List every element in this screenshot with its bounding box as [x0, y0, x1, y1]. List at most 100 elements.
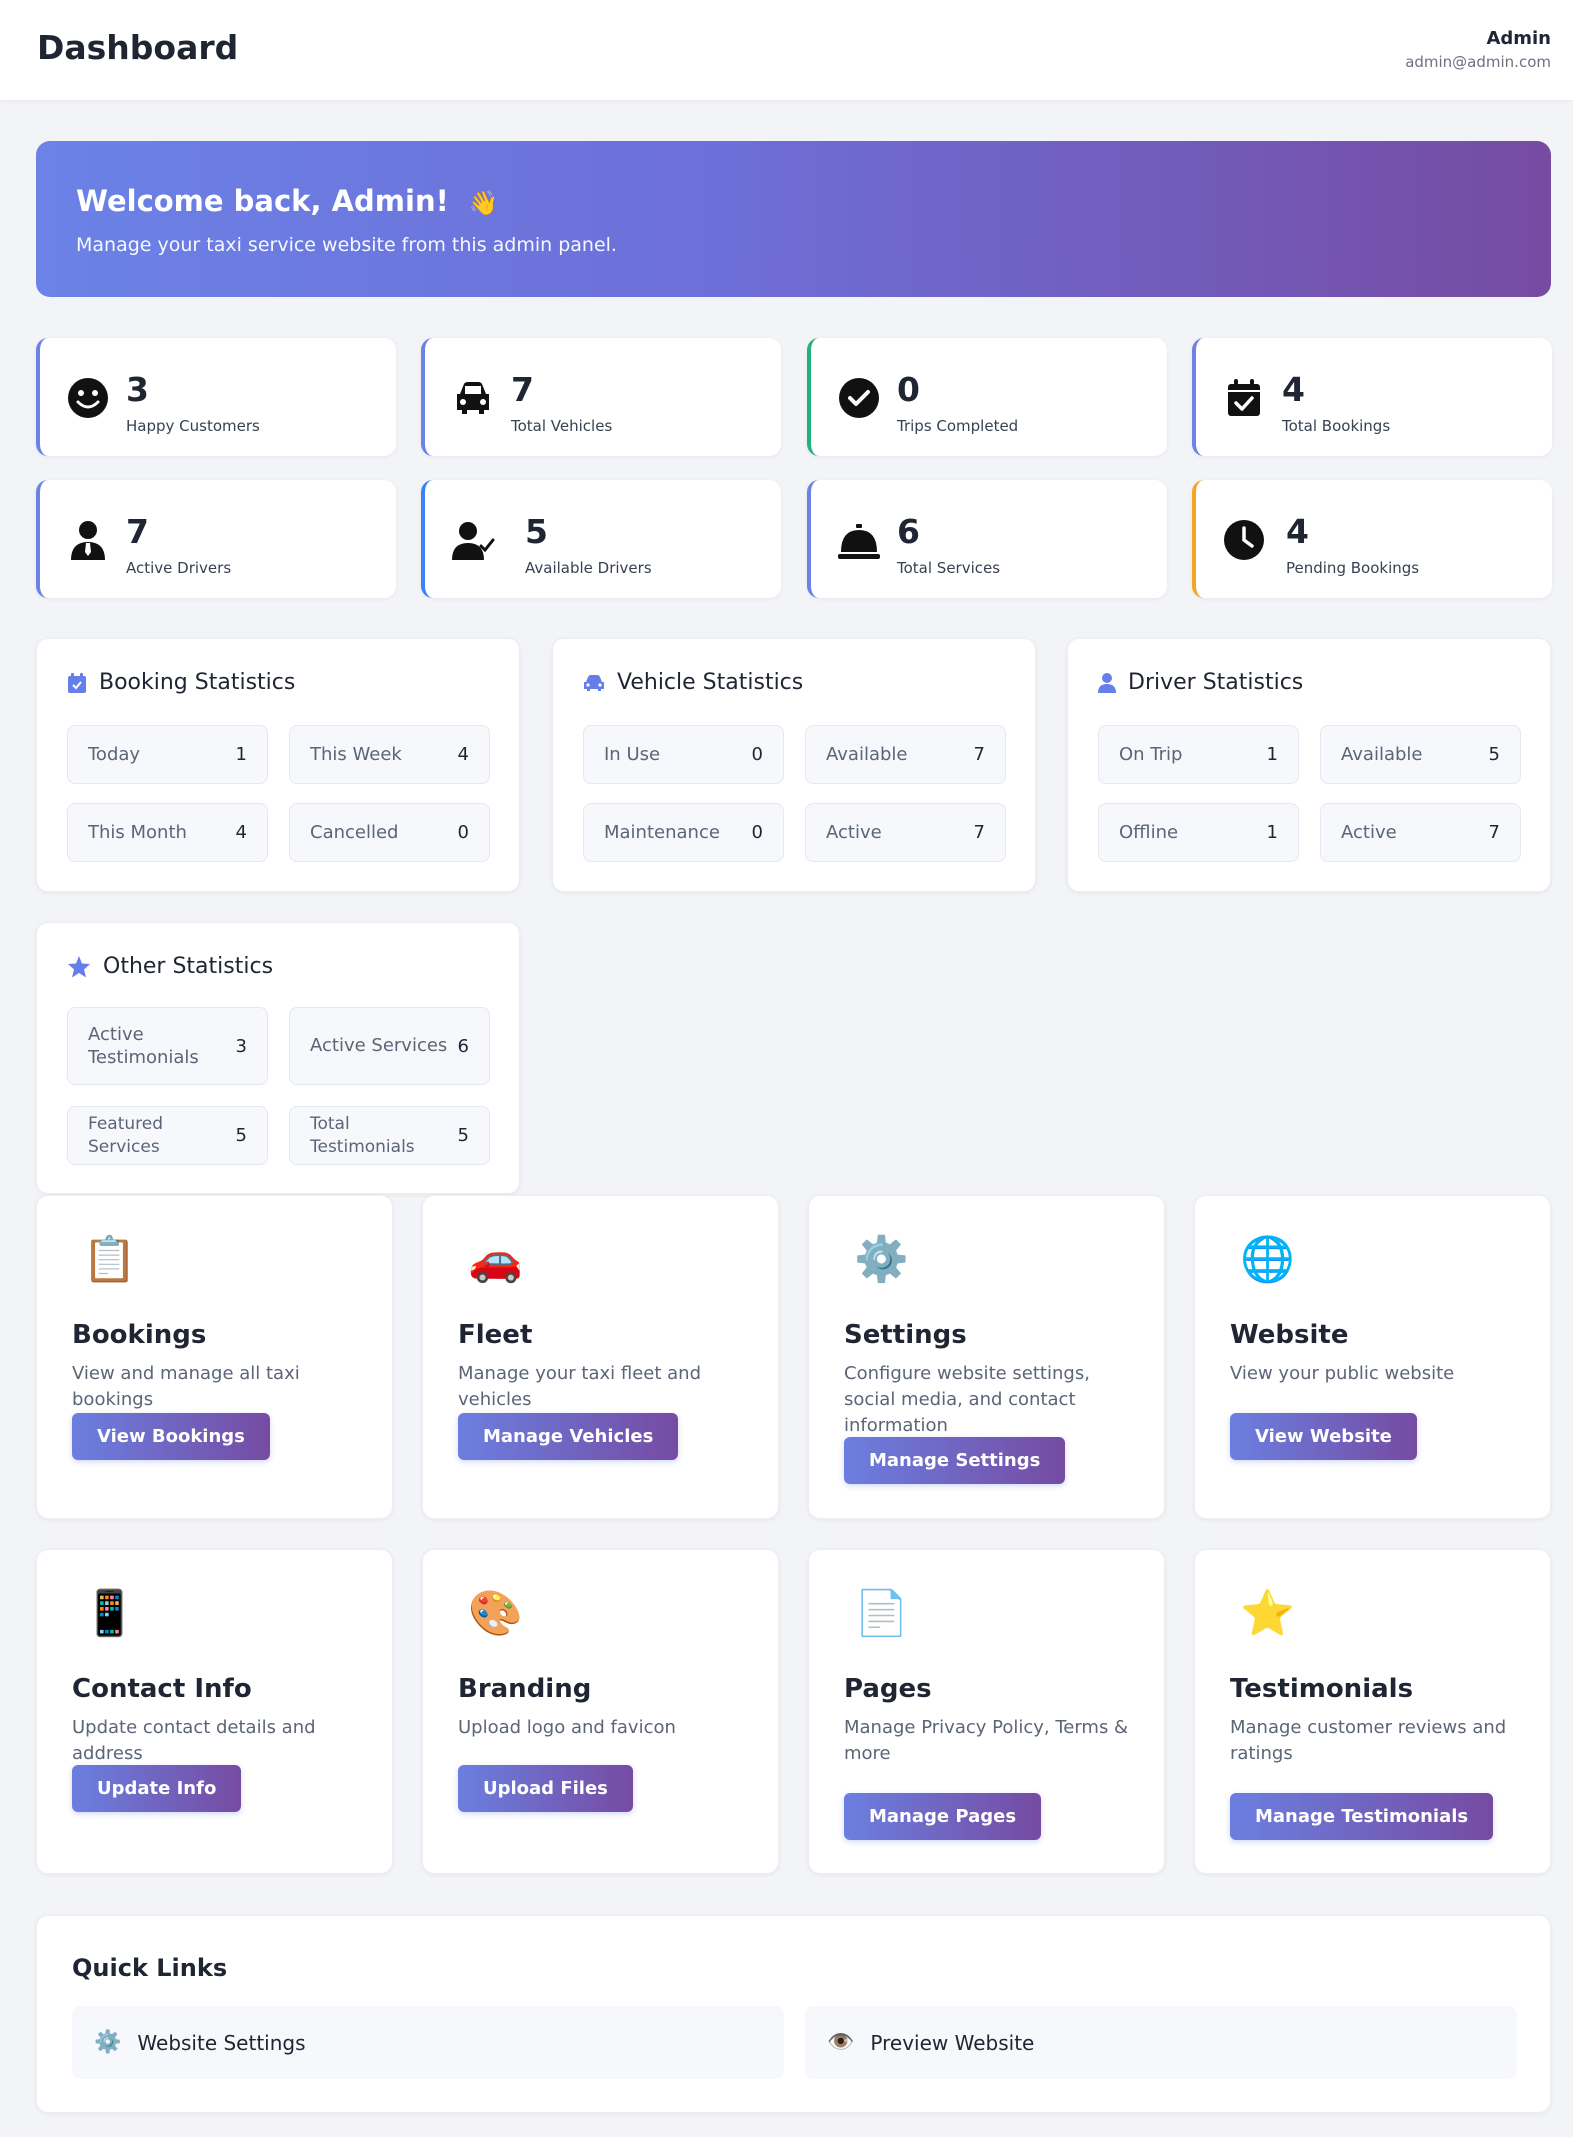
stat-card-total-bookings: 4 Total Bookings	[1192, 338, 1552, 456]
stat-cell-value: 1	[235, 744, 247, 765]
user-info[interactable]: Admin admin@admin.com	[1405, 28, 1551, 71]
stat-card-total-vehicles: 7 Total Vehicles	[421, 338, 781, 456]
settings-card: ⚙️ Settings Configure website settings, …	[808, 1195, 1165, 1519]
stat-cell-value: 7	[973, 822, 985, 843]
website-card: 🌐 Website View your public website View …	[1194, 1195, 1551, 1519]
stat-cell-available: Available 7	[805, 725, 1006, 784]
stat-cell-value: 5	[457, 1125, 469, 1146]
car-icon	[457, 382, 489, 414]
stat-cell-value: 6	[457, 1035, 469, 1057]
manage-vehicles-button[interactable]: Manage Vehicles	[458, 1413, 679, 1460]
calendar-check-icon	[68, 672, 86, 693]
card-title: Contact Info	[72, 1674, 252, 1704]
stat-cell-value: 7	[1488, 822, 1500, 843]
contact-info-card: 📱 Contact Info Update contact details an…	[36, 1549, 393, 1874]
page-icon: 📄	[854, 1588, 909, 1639]
stat-cell-this-month: This Month 4	[67, 803, 268, 862]
stat-cell-featured-services: Featured Services 5	[67, 1106, 268, 1165]
stat-card-total-services: 6 Total Services	[807, 480, 1167, 598]
stat-value: 7	[511, 370, 534, 409]
card-description: Upload logo and favicon	[458, 1717, 676, 1738]
manage-settings-button[interactable]: Manage Settings	[844, 1437, 1066, 1484]
stat-label: Pending Bookings	[1286, 559, 1420, 577]
stat-value: 6	[897, 512, 920, 551]
stat-cell-value: 0	[751, 744, 763, 765]
car-icon	[584, 674, 604, 691]
stat-cell-maintenance: Maintenance 0	[583, 803, 784, 862]
quick-link-preview-website[interactable]: 👁️ Preview Website	[805, 2006, 1517, 2079]
quick-link-website-settings[interactable]: ⚙️ Website Settings	[72, 2006, 784, 2079]
gear-icon: ⚙️	[854, 1234, 909, 1285]
stat-cell-active: Active 7	[805, 803, 1006, 862]
stat-value: 4	[1286, 512, 1309, 551]
update-info-button[interactable]: Update Info	[72, 1765, 242, 1812]
manage-pages-button[interactable]: Manage Pages	[844, 1793, 1042, 1840]
user-name: Admin	[1486, 28, 1551, 49]
panel-header: Booking Statistics	[67, 670, 295, 695]
page-title: Dashboard	[37, 28, 239, 67]
stat-cell-total-testimonials: Total Testimonials 5	[289, 1106, 490, 1165]
user-check-icon	[452, 522, 495, 560]
welcome-title: Welcome back, Admin! 👋	[76, 184, 1511, 218]
stat-cell-value: 5	[235, 1125, 247, 1146]
stat-cell-active-services: Active Services 6	[289, 1007, 490, 1085]
stat-cell-value: 5	[1488, 744, 1500, 765]
stat-label: Total Services	[897, 559, 1001, 577]
card-description: Update contact details and address	[72, 1717, 316, 1764]
stat-cell-cancelled: Cancelled 0	[289, 803, 490, 862]
car-icon: 🚗	[468, 1234, 523, 1285]
panel-header: Vehicle Statistics	[583, 670, 803, 695]
stat-cell-active-testimonials: Active Testimonials 3	[67, 1007, 268, 1085]
stat-label: Available Drivers	[525, 559, 652, 577]
stat-label: Trips Completed	[897, 417, 1019, 435]
stat-cell-label: Available	[826, 743, 908, 765]
stat-cell-label: Today	[88, 743, 141, 765]
card-title: Pages	[844, 1674, 932, 1704]
card-title: Website	[1230, 1320, 1349, 1350]
quick-link-label: Website Settings	[137, 2030, 306, 2055]
other-statistics-panel: Other Statistics Active Testimonials 3 Ac…	[36, 922, 520, 1194]
phone-icon: 📱	[82, 1588, 137, 1639]
manage-testimonials-button[interactable]: Manage Testimonials	[1230, 1793, 1494, 1840]
stat-card-happy-customers: 3 Happy Customers	[36, 338, 396, 456]
stat-label: Happy Customers	[126, 417, 260, 435]
bell-concierge-icon	[838, 524, 880, 559]
panel-header: Driver Statistics	[1098, 670, 1303, 695]
stat-label: Total Vehicles	[511, 417, 613, 435]
stat-cell-label: On Trip	[1119, 743, 1183, 765]
globe-icon: 🌐	[1240, 1234, 1295, 1285]
clipboard-icon: 📋	[82, 1234, 137, 1285]
view-bookings-button[interactable]: View Bookings	[72, 1413, 270, 1460]
card-description: Manage your taxi fleet and vehicles	[458, 1363, 702, 1410]
stat-cell-offline: Offline 1	[1098, 803, 1299, 862]
smiley-icon	[68, 378, 108, 418]
stat-cell-value: 0	[751, 822, 763, 843]
check-circle-icon	[839, 378, 879, 418]
user-email: admin@admin.com	[1405, 53, 1551, 71]
card-description: View your public website	[1230, 1363, 1455, 1384]
stat-card-available-drivers: 5 Available Drivers	[421, 480, 781, 598]
clock-icon	[1224, 520, 1264, 560]
eye-icon: 👁️	[827, 2030, 855, 2055]
stat-value: 3	[126, 370, 149, 409]
stat-cell-label: This Week	[310, 743, 402, 765]
stat-cell-label: Active Services	[310, 1035, 448, 1057]
stat-cell-today: Today 1	[67, 725, 268, 784]
bookings-card: 📋 Bookings View and manage all taxi book…	[36, 1195, 393, 1519]
stat-card-pending-bookings: 4 Pending Bookings	[1192, 480, 1552, 598]
stat-cell-value: 7	[973, 744, 985, 765]
stat-cell-value: 4	[235, 822, 247, 843]
panel-title: Booking Statistics	[99, 670, 296, 695]
palette-icon: 🎨	[468, 1588, 523, 1639]
welcome-banner: Welcome back, Admin! 👋 Manage your taxi …	[36, 141, 1551, 297]
top-bar: Dashboard Admin admin@admin.com	[0, 0, 1573, 100]
testimonials-card: ⭐ Testimonials Manage customer reviews a…	[1194, 1549, 1551, 1874]
stat-cell-label: Cancelled	[310, 821, 399, 843]
stat-cell-label: Offline	[1119, 821, 1179, 843]
view-website-button[interactable]: View Website	[1230, 1413, 1417, 1460]
stat-value: 7	[126, 512, 149, 551]
stat-label: Total Bookings	[1282, 417, 1391, 435]
stat-value: 0	[897, 370, 920, 409]
upload-files-button[interactable]: Upload Files	[458, 1765, 633, 1812]
stat-cell-available: Available 5	[1320, 725, 1521, 784]
